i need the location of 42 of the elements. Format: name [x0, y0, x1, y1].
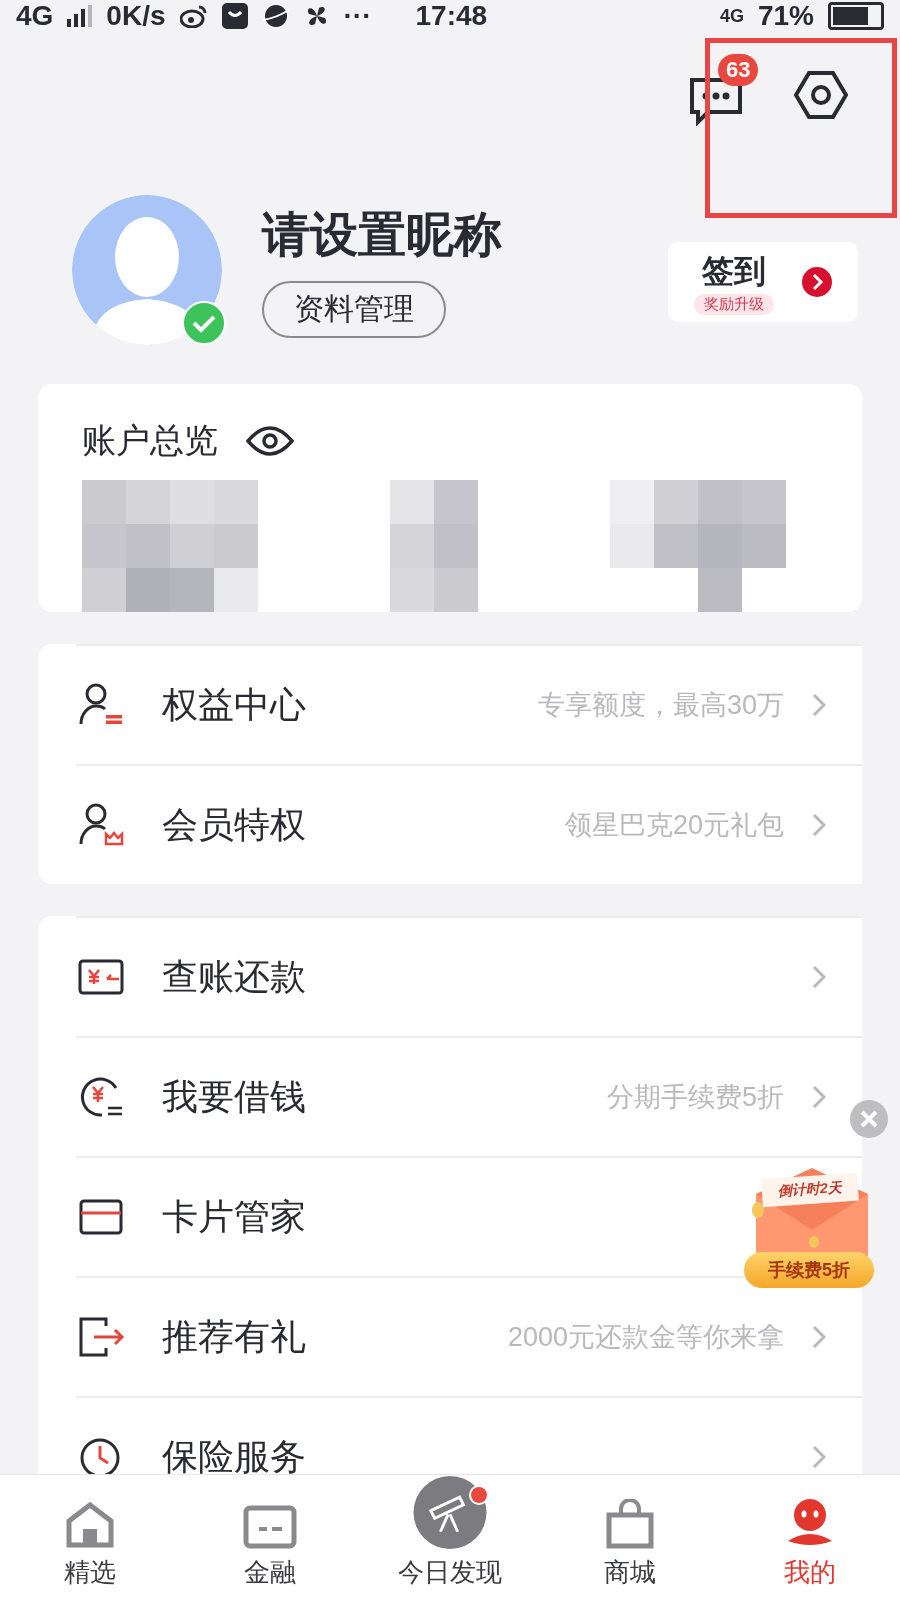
check-in-button[interactable]: 签到 奖励升级	[668, 242, 858, 322]
battery-icon	[828, 2, 884, 30]
tab[interactable]: 精选	[0, 1475, 180, 1600]
menu-title[interactable]: 我要借钱	[162, 1072, 306, 1122]
network-speed: 0K/s	[106, 0, 166, 32]
battery-level: 71%	[757, 0, 814, 32]
menu-title[interactable]: 保险服务	[162, 1432, 306, 1474]
promo-button[interactable]: 手续费5折	[744, 1252, 874, 1288]
settings-icon[interactable]	[794, 70, 848, 120]
menu-title[interactable]: 会员特权	[162, 800, 306, 850]
bag-icon	[221, 3, 248, 29]
chevron-circle-icon	[802, 267, 832, 297]
tab[interactable]: 金融	[180, 1475, 360, 1600]
network-label: 4G	[16, 0, 54, 32]
card-icon	[243, 1505, 297, 1549]
bill-card-icon	[78, 957, 124, 997]
tab[interactable]: 我的	[720, 1475, 900, 1600]
menu-subtitle: 领星巴克20元礼包	[564, 809, 784, 842]
nickname: 请设置昵称	[262, 206, 503, 263]
card-title: 账户总览	[82, 420, 218, 461]
shopping-bag-icon	[606, 1499, 654, 1549]
menu-title[interactable]: 卡片管家	[162, 1192, 306, 1242]
menu-title[interactable]: 推荐有礼	[162, 1312, 306, 1362]
clock-time: 17:48	[415, 0, 488, 32]
home-icon	[64, 1501, 116, 1549]
menu-subtitle: 专享额度，最高30万	[537, 689, 784, 722]
network-label: 4G	[719, 5, 744, 27]
menu-title[interactable]: 查账还款	[162, 952, 306, 1002]
tab[interactable]: 商城	[540, 1475, 720, 1600]
menu-subtitle: 2000元还款金等你来拿	[507, 1321, 784, 1354]
menu-subtitle: 分期手续费5折	[606, 1081, 784, 1114]
planet-icon	[261, 3, 290, 29]
eye-icon[interactable]	[246, 425, 294, 457]
menu-title[interactable]: 权益中心	[162, 680, 306, 730]
tab[interactable]: 今日发现	[360, 1475, 540, 1600]
signal-icon	[67, 5, 93, 27]
profile-manage-button[interactable]: 资料管理	[262, 280, 446, 338]
weibo-icon	[179, 4, 208, 28]
more-indicator: ···	[343, 0, 372, 32]
person-crown-icon	[78, 802, 124, 848]
card-icon	[78, 1197, 124, 1237]
unread-badge: 63	[718, 54, 759, 86]
